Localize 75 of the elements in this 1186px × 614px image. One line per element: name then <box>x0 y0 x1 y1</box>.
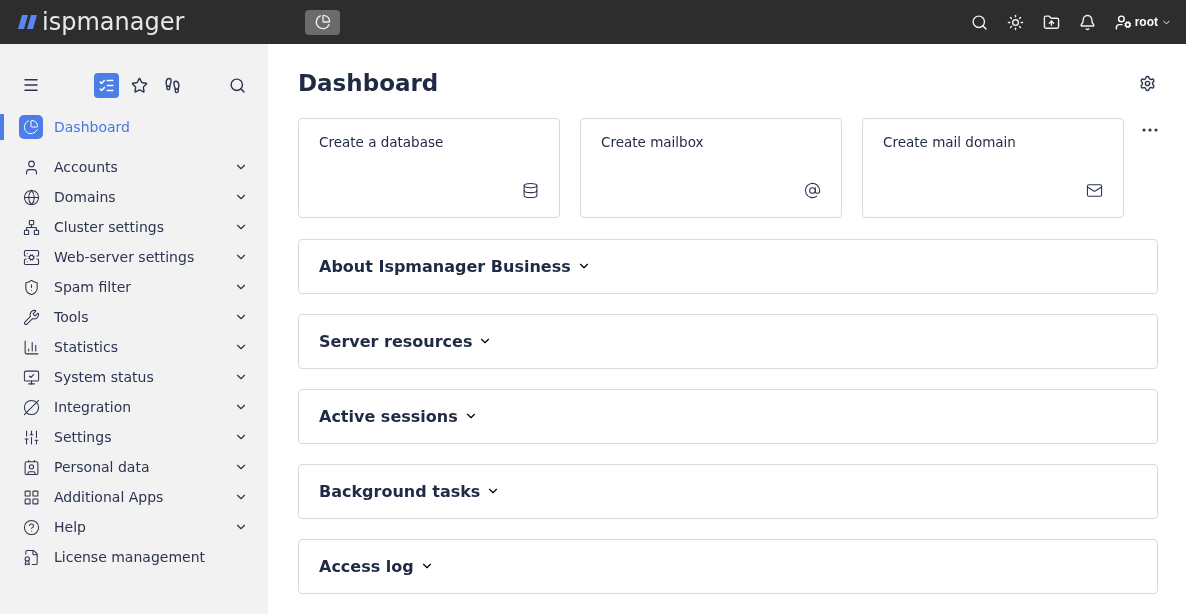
sidebar-item[interactable]: Cluster settings <box>0 212 268 242</box>
star-icon <box>131 76 148 94</box>
bar-chart-icon <box>22 338 40 356</box>
globe-icon <box>22 188 40 206</box>
pie-chart-icon <box>314 14 331 30</box>
collapsible-panel[interactable]: Server resources <box>298 314 1158 369</box>
logo-text: ispmanager <box>42 8 185 36</box>
sidebar-item[interactable]: Dashboard <box>0 112 268 142</box>
selection-bar <box>0 114 4 140</box>
settings-icon <box>1139 75 1156 92</box>
bell-icon <box>1078 13 1096 31</box>
server-gear-icon <box>22 248 40 266</box>
sidebar-item[interactable]: Settings <box>0 422 268 452</box>
dashboard-button[interactable] <box>305 9 340 35</box>
more-icon <box>1142 128 1158 132</box>
action-card[interactable]: Create mailbox <box>580 118 842 218</box>
sun-button[interactable] <box>1006 13 1024 31</box>
panel-title: Active sessions <box>319 407 458 426</box>
collapsible-panel[interactable]: Background tasks <box>298 464 1158 519</box>
apps-grid-icon <box>22 488 40 506</box>
more-button[interactable] <box>1142 128 1158 132</box>
sliders-icon <box>22 428 40 446</box>
contact-card-icon <box>22 458 40 476</box>
card-label: Create mail domain <box>883 134 1017 150</box>
search-button[interactable] <box>970 13 988 31</box>
card-label: Create a database <box>319 134 445 150</box>
wrench-icon <box>22 308 40 326</box>
bell-button[interactable] <box>1078 13 1096 31</box>
sidebar-item[interactable]: Integration <box>0 392 268 422</box>
search-icon <box>970 13 988 31</box>
card-label: Create mailbox <box>601 134 705 150</box>
collapsible-panel[interactable]: Active sessions <box>298 389 1158 444</box>
user-menu-button[interactable]: root <box>1114 13 1172 31</box>
sun-icon <box>1006 13 1024 31</box>
search-icon <box>229 76 246 94</box>
panel-title: Background tasks <box>319 482 481 501</box>
logo-mark-icon <box>18 15 38 29</box>
menu-button[interactable] <box>22 76 40 94</box>
page-title: Dashboard <box>298 70 439 97</box>
sidebar-item[interactable]: Spam filter <box>0 272 268 302</box>
pie-chart-icon <box>19 115 43 139</box>
collapsible-panel[interactable]: About Ispmanager Business <box>298 239 1158 294</box>
shield-icon <box>22 278 40 296</box>
monitor-icon <box>22 368 40 386</box>
menu-icon <box>22 76 40 94</box>
sidebar-item[interactable]: Help <box>0 512 268 542</box>
action-card[interactable]: Create mail domain <box>862 118 1124 218</box>
envelope-icon <box>1086 182 1103 199</box>
database-icon <box>522 182 539 199</box>
sidebar-item[interactable]: Web-server settings <box>0 242 268 272</box>
folder-upload-icon <box>1042 13 1060 31</box>
panel-title: About Ispmanager Business <box>319 257 571 276</box>
list-tab[interactable] <box>94 72 119 98</box>
certificate-icon <box>22 548 40 566</box>
sidebar-item[interactable]: Additional Apps <box>0 482 268 512</box>
footprints-icon <box>164 76 181 94</box>
at-sign-icon <box>804 182 821 199</box>
sidebar-item[interactable]: System status <box>0 362 268 392</box>
sidebar-item[interactable]: Personal data <box>0 452 268 482</box>
sidebar-item[interactable]: Accounts <box>0 152 268 182</box>
circle-icon <box>22 398 40 416</box>
collapsible-panel[interactable]: Access log <box>298 539 1158 594</box>
sidebar-item[interactable]: Statistics <box>0 332 268 362</box>
search-button[interactable] <box>229 76 246 94</box>
action-card[interactable]: Create a database <box>298 118 560 218</box>
sidebar-item[interactable]: Domains <box>0 182 268 212</box>
panel-title: Access log <box>319 557 414 576</box>
folder-upload-button[interactable] <box>1042 13 1060 31</box>
panel-title: Server resources <box>319 332 473 351</box>
settings-button[interactable] <box>1139 75 1156 92</box>
network-icon <box>22 218 40 236</box>
sidebar-item[interactable]: License management <box>0 542 268 572</box>
user-icon <box>1114 13 1132 31</box>
sidebar-item[interactable]: Tools <box>0 302 268 332</box>
help-icon <box>22 518 40 536</box>
